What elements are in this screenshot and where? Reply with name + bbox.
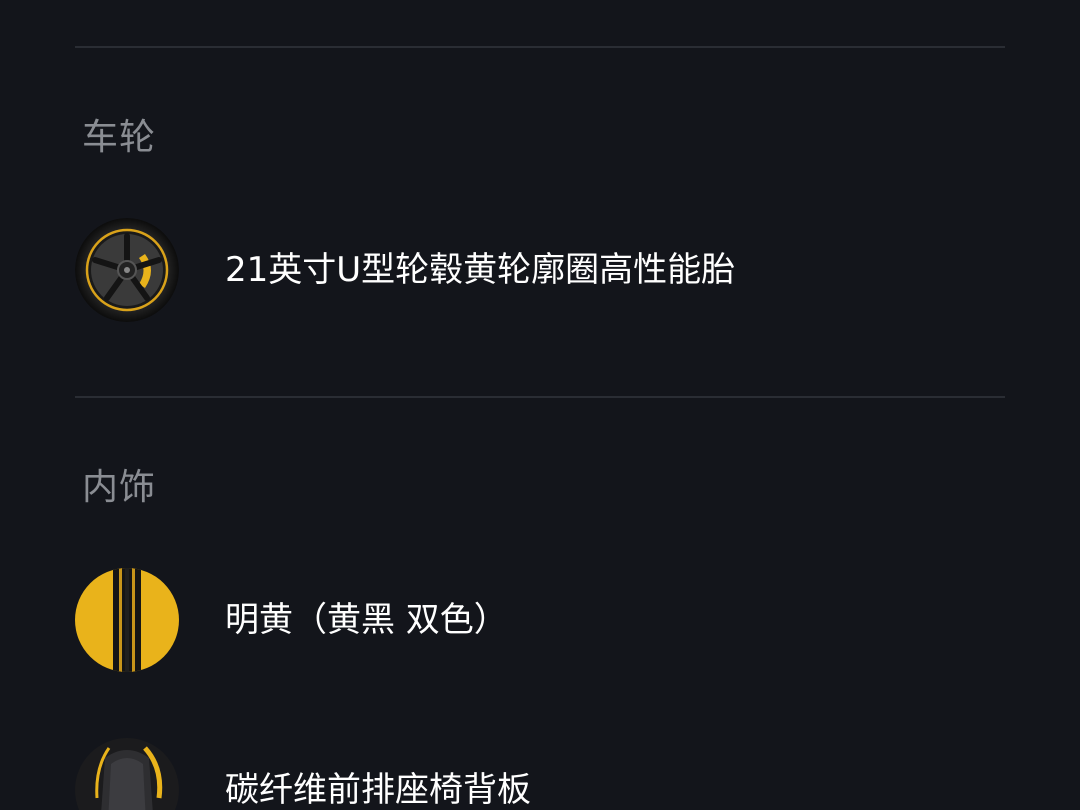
- option-label-wheel: 21英寸U型轮毂黄轮廓圈高性能胎: [225, 250, 736, 290]
- wheel-icon: [75, 218, 179, 322]
- option-seat-back[interactable]: 碳纤维前排座椅背板: [75, 738, 1005, 810]
- option-label-interior-color: 明黄（黄黑 双色）: [225, 600, 508, 640]
- option-label-seat-back: 碳纤维前排座椅背板: [225, 770, 531, 810]
- section-title-wheels: 车轮: [82, 117, 157, 158]
- options-list-page: 车轮 21英寸U型轮毂黄轮廓圈高性能胎 内饰 明黄（黄黑 双色） 碳纤维前排座椅…: [0, 0, 1080, 810]
- carbon-seat-back-icon: [75, 738, 179, 810]
- yellow-black-swatch-icon: [75, 568, 179, 672]
- option-wheel[interactable]: 21英寸U型轮毂黄轮廓圈高性能胎: [75, 218, 1005, 322]
- divider-middle: [75, 396, 1005, 398]
- divider-top: [75, 46, 1005, 48]
- option-interior-color[interactable]: 明黄（黄黑 双色）: [75, 568, 1005, 672]
- section-title-interior: 内饰: [82, 467, 157, 508]
